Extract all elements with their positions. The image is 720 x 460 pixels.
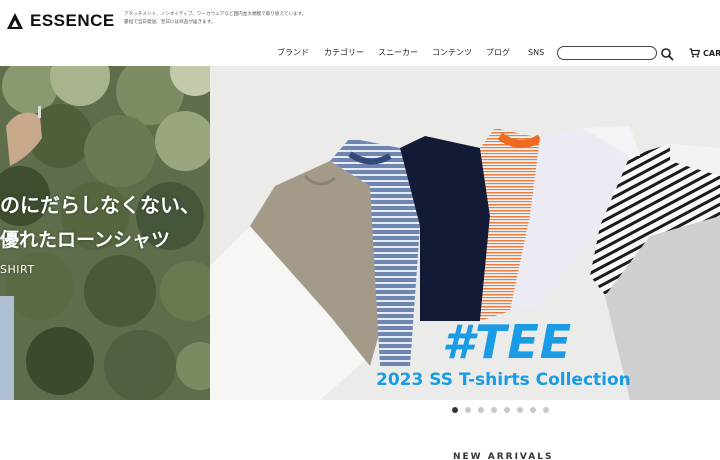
logo-text: ESSENCE [30, 11, 115, 30]
search-icon[interactable] [660, 46, 674, 61]
carousel-dot[interactable] [504, 407, 510, 413]
carousel-dot[interactable] [478, 407, 484, 413]
site-tagline: アタッチメント、ノンネイティブ、ワーカウェアなど国内並大規模で取り扱えています。… [124, 11, 404, 27]
carousel-dot[interactable] [452, 407, 458, 413]
slide-title: #TEE [442, 315, 573, 369]
nav-item-blog[interactable]: ブログ [486, 45, 510, 61]
search-input[interactable] [557, 46, 657, 60]
prev-slide-headline-2: 優れたローンシャツ [0, 229, 171, 251]
new-arrivals-heading: NEW ARRIVALS [453, 452, 554, 460]
nav-item-sneakers[interactable]: スニーカー [378, 45, 418, 61]
logo-mark-icon [7, 13, 23, 29]
carousel-dot[interactable] [543, 407, 549, 413]
slide-subtitle: 2023 SS T-shirts Collection [376, 370, 631, 390]
prev-slide-headline-1: のにだらしなくない、 [0, 193, 200, 217]
nav-item-contents[interactable]: コンテンツ [432, 45, 472, 61]
nav-item-brand[interactable]: ブランド [277, 45, 309, 61]
prev-slide-caption: SHIRT [0, 263, 35, 276]
tagline-line-2: 最短で当日発送、翌日には商品が届きます。 [124, 20, 216, 25]
tagline-line-1: アタッチメント、ノンネイティブ、ワーカウェアなど国内並大規模で取り扱えています。 [124, 12, 307, 17]
carousel-dot[interactable] [530, 407, 536, 413]
carousel-dot[interactable] [517, 407, 523, 413]
site-logo[interactable]: ESSENCE [6, 11, 115, 31]
hero-slide-prev[interactable]: のにだらしなくない、 優れたローンシャツ SHIRT [0, 66, 210, 400]
carousel-dot[interactable] [465, 407, 471, 413]
hero-carousel: のにだらしなくない、 優れたローンシャツ SHIRT #TEE 2023 SS … [0, 66, 720, 400]
hero-slide-current[interactable]: #TEE 2023 SS T-shirts Collection [210, 66, 720, 400]
nav-item-sns[interactable]: SNS [528, 45, 544, 61]
site-header: ESSENCE アタッチメント、ノンネイティブ、ワーカウェアなど国内並大規模で取… [0, 0, 720, 66]
cart-button[interactable]: CART [689, 45, 720, 61]
cart-icon [689, 48, 700, 58]
cart-label: CART [703, 48, 720, 58]
carousel-dot[interactable] [491, 407, 497, 413]
nav-item-category[interactable]: カテゴリー [324, 45, 364, 61]
